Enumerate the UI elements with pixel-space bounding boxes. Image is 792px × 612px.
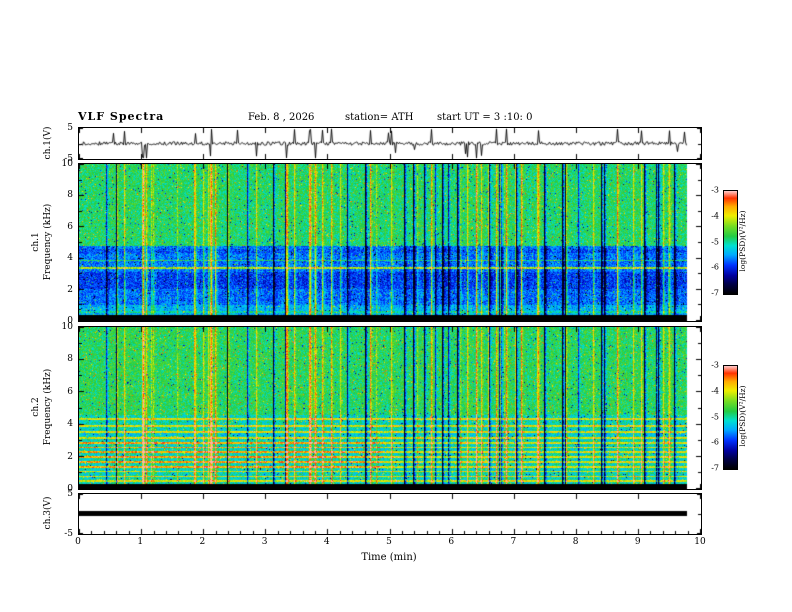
tick-label: 3 <box>261 537 268 547</box>
tick-label: 7 <box>510 537 517 547</box>
tick-label: 4 <box>67 253 73 264</box>
ch1-spectrogram-channel-label: ch.1 <box>31 232 41 252</box>
ch2-spectrogram-canvas <box>79 327 701 489</box>
colorbar1-label: log(PSD)(V²/Hz) <box>738 210 747 272</box>
colorbar1-ticks: -3 -4 -5 -6 -7 <box>699 186 721 298</box>
tick-label: -5 <box>711 412 719 421</box>
vlf-spectra-figure: VLF Spectra Feb. 8 , 2026 station= ATH s… <box>0 0 792 612</box>
ch3-voltage-panel: 5 -5 <box>64 489 702 539</box>
ch2-spectrogram-channel-label: ch.2 <box>31 397 41 417</box>
tick-label: 0 <box>75 537 81 547</box>
ch2-spectrogram-panel: 10 8 6 4 2 0 <box>62 322 702 494</box>
ch1-spectrogram-freq-label: Frequency (kHz) <box>43 203 53 281</box>
tick-label: -6 <box>711 437 719 447</box>
colorbar-ch2 <box>723 365 738 470</box>
tick-label: 4 <box>67 419 73 430</box>
tick-label: 2 <box>67 451 73 462</box>
tick-label: 9 <box>634 537 641 547</box>
ch1-spectrogram-canvas <box>79 164 701 321</box>
ch1-waveform-canvas <box>79 128 701 159</box>
tick-label: 1 <box>137 537 144 547</box>
station-label: station= ATH <box>345 112 414 123</box>
tick-label: 6 <box>448 537 455 547</box>
ch1-voltage-ylabel: ch.1(V) <box>43 126 53 160</box>
colorbar-ch1 <box>723 190 738 295</box>
tick-label: 5 <box>67 489 73 499</box>
tick-label: -5 <box>711 237 719 246</box>
tick-label: 5 <box>386 537 392 547</box>
ch1-voltage-panel: 5 -5 <box>64 123 702 164</box>
tick-label: 10 <box>694 537 706 547</box>
x-axis-label: Time (min) <box>361 552 417 563</box>
ch3-voltage-ylabel: ch.3(V) <box>43 496 53 530</box>
tick-label: -3 <box>711 185 719 195</box>
tick-label: -7 <box>711 463 719 473</box>
start-ut-label: start UT = 3 :10: 0 <box>437 112 533 123</box>
date-label: Feb. 8 , 2026 <box>248 112 315 123</box>
colorbar2-label: log(PSD)(V²/Hz) <box>738 385 747 447</box>
page-title: VLF Spectra <box>78 110 165 123</box>
tick-label: 2 <box>199 537 206 547</box>
tick-label: 2 <box>67 284 73 295</box>
tick-label: 6 <box>67 221 73 232</box>
tick-label: -4 <box>711 386 719 396</box>
ch1-spectrogram-panel: 10 8 6 4 2 0 <box>62 159 702 326</box>
colorbar-gradient <box>724 191 737 294</box>
tick-label: -3 <box>711 360 719 370</box>
tick-label: 8 <box>67 190 73 201</box>
tick-label: 10 <box>61 322 73 332</box>
tick-label: 10 <box>61 159 73 169</box>
tick-label: -6 <box>711 262 719 272</box>
ch3-waveform-canvas <box>79 494 701 534</box>
tick-label: 8 <box>572 537 579 547</box>
x-tick-labels: 0 1 2 3 4 5 6 7 8 9 10 <box>75 537 706 549</box>
colorbar2-ticks: -3 -4 -5 -6 -7 <box>699 361 721 473</box>
tick-label: 4 <box>323 537 330 547</box>
tick-label: -7 <box>711 288 719 298</box>
tick-label: 5 <box>67 123 73 133</box>
tick-label: 8 <box>67 354 73 365</box>
tick-label: -4 <box>711 211 719 221</box>
tick-label: -5 <box>64 529 73 539</box>
colorbar-gradient <box>724 366 737 469</box>
tick-label: 6 <box>67 386 73 397</box>
ch2-spectrogram-freq-label: Frequency (kHz) <box>43 368 53 446</box>
